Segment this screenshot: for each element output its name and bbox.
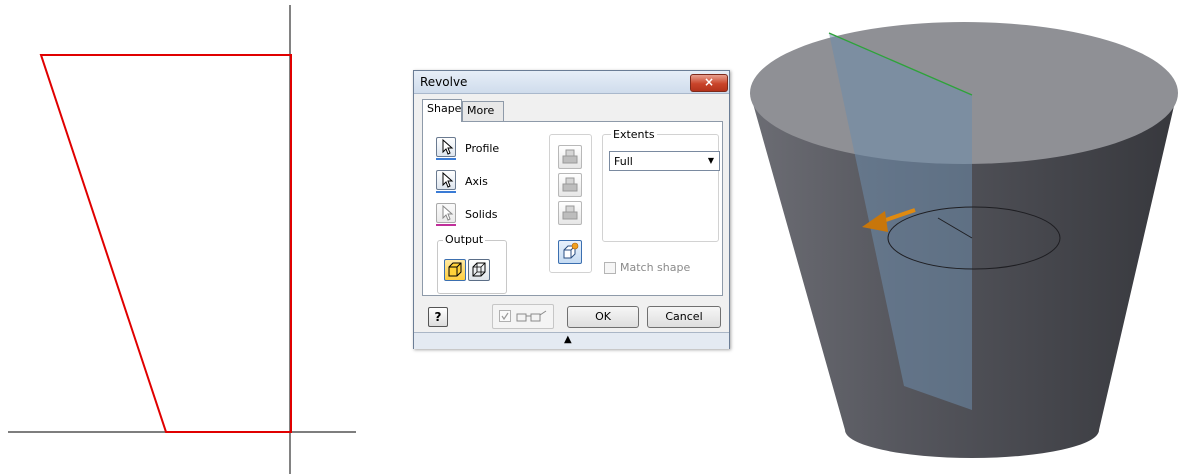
axis-underline [436, 191, 456, 193]
help-icon: ? [434, 310, 442, 324]
match-shape-checkbox[interactable] [604, 262, 616, 274]
extents-selected-value: Full [614, 155, 633, 168]
direction-1-button[interactable] [558, 145, 582, 169]
sketch-profile-canvas [8, 5, 356, 474]
extents-group: Extents Full ▼ [602, 128, 720, 242]
axis-label: Axis [465, 175, 488, 188]
dialog-title: Revolve [420, 75, 468, 89]
extents-label: Extents [611, 128, 657, 141]
cursor-arrow-icon [442, 204, 454, 221]
sketch-profile-shape[interactable] [39, 54, 292, 433]
checkmark-icon [501, 312, 509, 321]
tab-more[interactable]: More [462, 101, 504, 121]
direction-button-column [549, 134, 592, 273]
printer-direction-icon [562, 205, 578, 220]
expand-arrow-icon: ▲ [564, 334, 572, 345]
solids-underline [436, 224, 456, 226]
cursor-arrow-icon [442, 138, 454, 155]
expand-bar[interactable]: ▲ [414, 332, 729, 349]
chevron-down-icon: ▼ [707, 156, 714, 165]
solid-output-button[interactable] [444, 259, 466, 281]
model-viewport [750, 22, 1178, 458]
axis-select-button[interactable] [436, 170, 456, 190]
cursor-arrow-icon [442, 171, 454, 188]
solids-select-button[interactable] [436, 203, 456, 223]
direction-3-button[interactable] [558, 201, 582, 225]
tab-shape[interactable]: Shape [422, 99, 462, 122]
profile-select-button[interactable] [436, 137, 456, 157]
solids-label: Solids [465, 208, 498, 221]
ok-button[interactable]: OK [567, 306, 639, 328]
preview-toggle-group [492, 304, 554, 329]
close-button[interactable]: × [690, 74, 728, 92]
help-button[interactable]: ? [428, 307, 448, 327]
output-label: Output [443, 233, 486, 246]
match-shape-label: Match shape [620, 261, 691, 274]
new-solid-icon [563, 242, 579, 259]
extents-dropdown[interactable]: Full ▼ [609, 151, 720, 171]
preview-checkbox[interactable] [499, 310, 511, 322]
profile-underline [436, 158, 456, 160]
surface-output-button[interactable] [468, 259, 490, 281]
shape-tab-panel: Profile Axis Solids Output Extents Full … [422, 121, 723, 296]
printer-direction-icon [562, 149, 578, 164]
profile-label: Profile [465, 142, 500, 155]
output-group: Output [437, 233, 507, 294]
new-solid-button[interactable] [558, 240, 582, 264]
printer-direction-icon [562, 177, 578, 192]
solid-output-icon [448, 262, 462, 277]
glasses-preview-icon [516, 310, 547, 322]
dialog-titlebar[interactable]: Revolve × [414, 71, 729, 94]
revolve-dialog: Revolve × Shape More Profile Axis Solids… [413, 70, 730, 349]
direction-2-button[interactable] [558, 173, 582, 197]
close-icon: × [703, 75, 715, 89]
surface-output-icon [472, 262, 486, 277]
cancel-button[interactable]: Cancel [647, 306, 721, 328]
